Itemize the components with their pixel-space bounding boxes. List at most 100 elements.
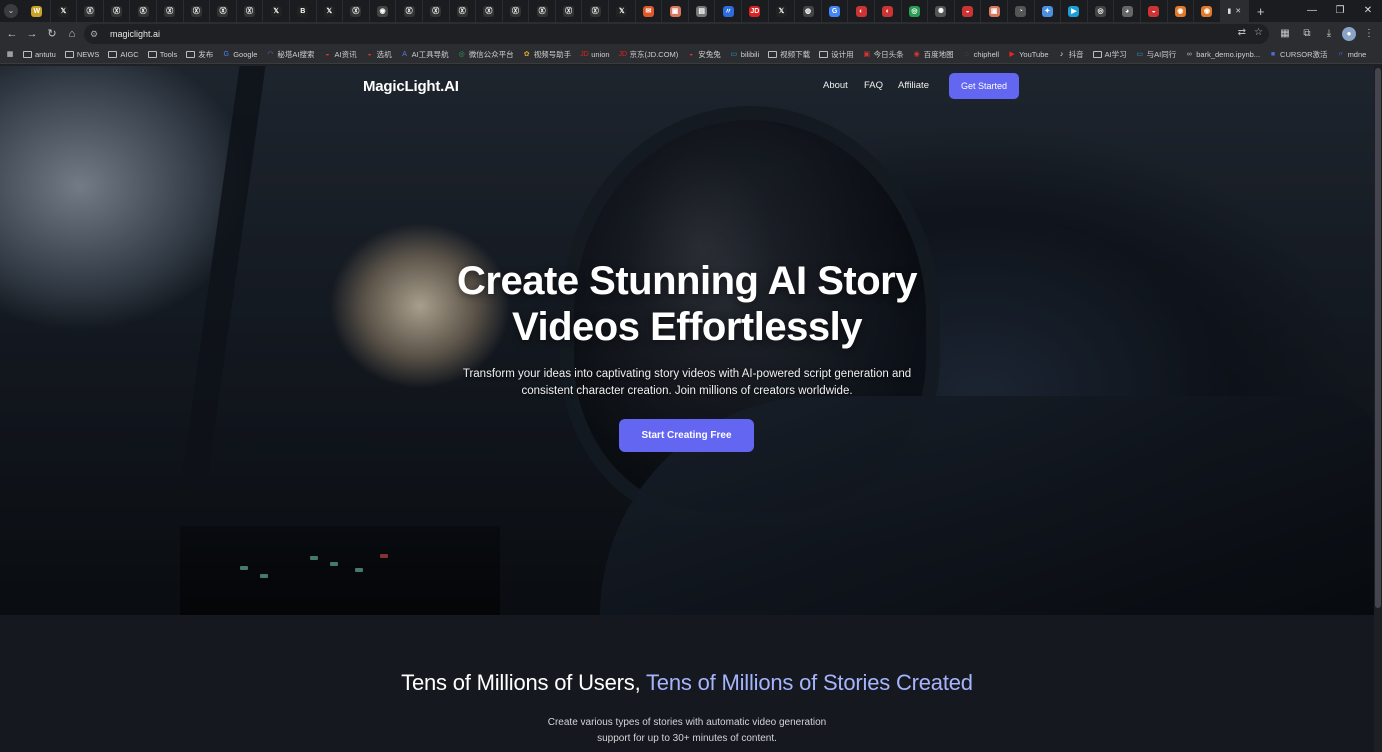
browser-tab[interactable]: ◍: [795, 0, 822, 22]
browser-tab[interactable]: ◒: [1141, 0, 1168, 22]
translate-icon[interactable]: ⇄: [1238, 27, 1246, 38]
browser-tab[interactable]: ◐: [848, 0, 875, 22]
browser-tab[interactable]: G: [822, 0, 849, 22]
tab-search-icon[interactable]: ⌄: [4, 4, 18, 18]
bookmark-item[interactable]: ◉ 百度地图: [913, 49, 954, 60]
browser-tab[interactable]: 𝕏: [609, 0, 636, 22]
browser-tab[interactable]: ◎: [1088, 0, 1115, 22]
browser-tab[interactable]: Ⓧ: [130, 0, 157, 22]
browser-tab[interactable]: 𝕏: [263, 0, 290, 22]
bookmark-item[interactable]: ■ CURSOR激活: [1269, 49, 1328, 60]
close-tab-icon[interactable]: ✕: [1235, 7, 1241, 15]
page-scrollbar[interactable]: [1374, 66, 1382, 752]
browser-tab[interactable]: Ⓧ: [503, 0, 530, 22]
restore-icon[interactable]: ❐: [1326, 0, 1354, 22]
bookmark-item[interactable]: ∞ bark_demo.ipynb...: [1185, 50, 1260, 59]
bookmark-item[interactable]: AIGC: [108, 50, 139, 59]
forward-icon[interactable]: →: [22, 24, 42, 44]
browser-tab[interactable]: JD: [742, 0, 769, 22]
bookmark-item[interactable]: AI学习: [1092, 49, 1127, 60]
bookmark-item[interactable]: ▣ 今日头条: [863, 49, 903, 60]
bookmark-item[interactable]: JD 京东(JD.COM): [619, 49, 679, 60]
bookmark-item[interactable]: Tools: [147, 50, 177, 59]
browser-tab[interactable]: ◕: [1114, 0, 1141, 22]
bookmark-item[interactable]: G Google: [222, 50, 257, 59]
start-creating-button[interactable]: Start Creating Free: [619, 419, 754, 452]
browser-tab[interactable]: ◉: [1194, 0, 1221, 22]
browser-tab[interactable]: Ⓧ: [210, 0, 237, 22]
bookmark-item[interactable]: antutu: [23, 50, 56, 59]
browser-tab[interactable]: ◉: [1168, 0, 1195, 22]
active-browser-tab[interactable]: ▮ ✕: [1220, 0, 1249, 22]
browser-tab[interactable]: Ⓧ: [396, 0, 423, 22]
scrollbar-thumb[interactable]: [1375, 68, 1381, 608]
bookmark-item[interactable]: ♪ 抖音: [1058, 49, 1084, 60]
nav-about-link[interactable]: About: [823, 80, 848, 91]
browser-tab[interactable]: ▤: [689, 0, 716, 22]
minimize-icon[interactable]: —: [1298, 0, 1326, 22]
browser-tab[interactable]: Ⓧ: [556, 0, 583, 22]
bookmark-item[interactable]: ◎ 微信公众平台: [458, 49, 514, 60]
close-window-icon[interactable]: ✕: [1354, 0, 1382, 22]
site-logo[interactable]: MagicLight.AI: [363, 78, 459, 95]
browser-tab[interactable]: Ⓧ: [184, 0, 211, 22]
bookmark-item[interactable]: ◌ chiphell: [963, 50, 1000, 59]
bookmark-item[interactable]: 发布: [186, 49, 213, 60]
bookmark-item[interactable]: 设计用: [819, 49, 854, 60]
browser-tab[interactable]: ◔: [1008, 0, 1035, 22]
home-icon[interactable]: ⌂: [62, 24, 82, 44]
extension-icon[interactable]: ▦: [1276, 24, 1294, 44]
browser-tab[interactable]: W: [24, 0, 51, 22]
browser-tab[interactable]: Ⓧ: [343, 0, 370, 22]
site-info-icon[interactable]: ⚙: [90, 29, 104, 40]
browser-tab[interactable]: ▣: [662, 0, 689, 22]
browser-tab[interactable]: ✦: [1035, 0, 1062, 22]
browser-tab[interactable]: Ⓧ: [529, 0, 556, 22]
browser-tab[interactable]: Ⓧ: [77, 0, 104, 22]
address-bar[interactable]: ⚙ magiclight.ai ⇄ ☆: [84, 24, 1269, 44]
browser-tab[interactable]: Ⓧ: [104, 0, 131, 22]
bookmark-item[interactable]: ◠ 秘塔AI搜索: [266, 49, 314, 60]
bookmark-item[interactable]: 视频下载: [768, 49, 810, 60]
browser-tab[interactable]: Ⓧ: [476, 0, 503, 22]
new-tab-icon[interactable]: +: [1253, 4, 1269, 19]
bookmark-item[interactable]: ✿ 视频号助手: [523, 49, 571, 60]
bookmark-item[interactable]: ◒ AI资讯: [324, 49, 356, 60]
browser-tab[interactable]: Ⓧ: [582, 0, 610, 22]
browser-tab[interactable]: 〃: [715, 0, 743, 22]
browser-tab[interactable]: Ⓧ: [237, 0, 264, 22]
get-started-button[interactable]: Get Started: [949, 73, 1019, 99]
reload-icon[interactable]: ↻: [42, 24, 62, 44]
browser-tab[interactable]: ◉: [370, 0, 397, 22]
browser-tab[interactable]: 𝕏: [769, 0, 796, 22]
bookmark-item[interactable]: 〃 mdne: [1337, 50, 1366, 59]
bookmark-item[interactable]: ◒ 选机: [366, 49, 391, 60]
nav-faq-link[interactable]: FAQ: [864, 80, 883, 91]
browser-tab[interactable]: B: [290, 0, 317, 22]
profile-avatar[interactable]: ●: [1342, 27, 1356, 41]
back-icon[interactable]: ←: [2, 24, 22, 44]
browser-menu-icon[interactable]: ⋮: [1360, 24, 1378, 44]
browser-tab[interactable]: ▶: [1061, 0, 1088, 22]
browser-tab[interactable]: ◐: [875, 0, 902, 22]
download-icon[interactable]: ⤓: [1320, 24, 1338, 44]
browser-tab[interactable]: Ⓧ: [157, 0, 184, 22]
browser-tab[interactable]: Ⓧ: [423, 0, 450, 22]
apps-grid-icon[interactable]: ▦: [6, 51, 14, 59]
browser-tab[interactable]: ◎: [902, 0, 929, 22]
bookmark-item[interactable]: ▶ YouTube: [1008, 50, 1048, 59]
bookmark-item[interactable]: JD union: [580, 50, 609, 59]
browser-tab[interactable]: ✉: [636, 0, 663, 22]
browser-tab[interactable]: ▣: [981, 0, 1008, 22]
bookmark-star-icon[interactable]: ☆: [1254, 27, 1263, 38]
bookmark-item[interactable]: ▭ bilibili: [730, 50, 759, 59]
browser-tab[interactable]: ◒: [955, 0, 982, 22]
bookmark-item[interactable]: ▭ 与AI同行: [1136, 49, 1176, 60]
bookmark-item[interactable]: NEWS: [64, 50, 99, 59]
browser-tab[interactable]: Ⓧ: [450, 0, 477, 22]
bookmark-item[interactable]: A AI工具导航: [401, 49, 448, 60]
browser-tab[interactable]: 𝕏: [51, 0, 78, 22]
browser-tab[interactable]: 𝕏: [317, 0, 344, 22]
browser-tab[interactable]: ✺: [928, 0, 955, 22]
bookmark-item[interactable]: ◒ 安兔兔: [687, 49, 721, 60]
